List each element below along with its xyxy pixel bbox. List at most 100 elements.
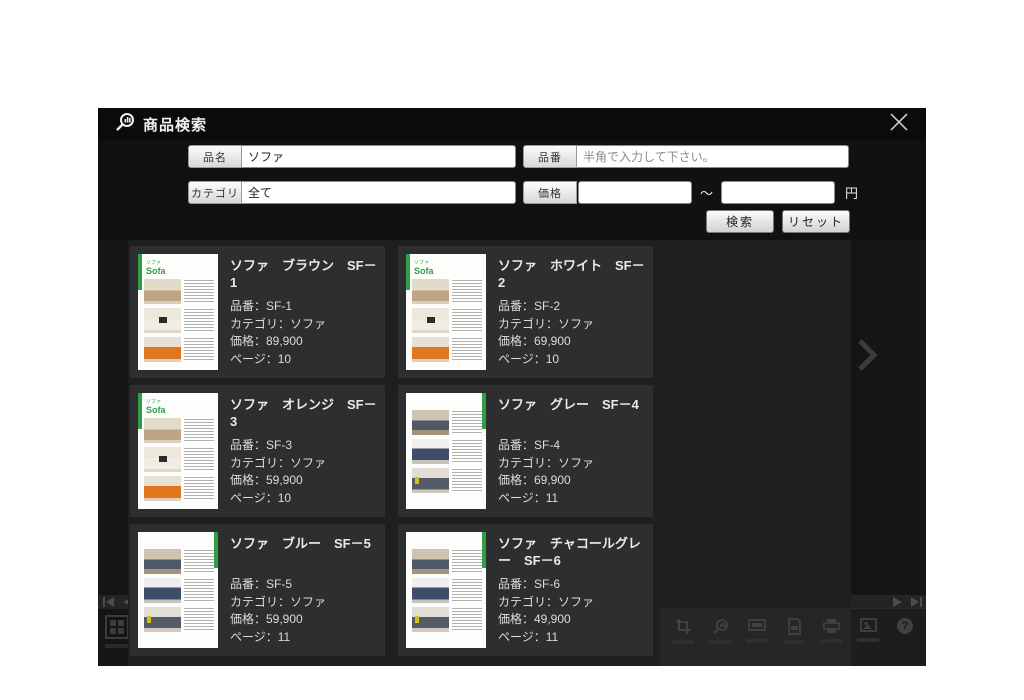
- category-field-label: カテゴリ: [188, 181, 242, 204]
- next-page-nav-button[interactable]: [891, 596, 904, 608]
- product-card-sf6[interactable]: ソファ チャコールグレー SF－6 品番：SF-6 カテゴリ：ソファ 価格：49…: [398, 524, 653, 656]
- thumbnail-grid-icon: [110, 620, 116, 626]
- catalog-text-lines: [184, 550, 214, 574]
- catalog-text-lines: [184, 419, 214, 443]
- catalog-text-lines: [184, 579, 214, 603]
- product-details: 品番：SF-5 カテゴリ：ソファ 価格：59,900 ページ：11: [230, 576, 326, 646]
- product-code: 品番：SF-3: [230, 437, 326, 455]
- product-title: ソファ ブラウン SF－1: [230, 257, 378, 291]
- thumbnail-grid-icon: [118, 628, 124, 634]
- product-title: ソファ ホワイト SF－2: [498, 257, 646, 291]
- crop-icon: [675, 618, 692, 635]
- chevron-right-icon: [854, 337, 880, 378]
- sofa-photo: [412, 337, 449, 362]
- next-page-icon: [892, 596, 903, 608]
- green-accent-bar: [138, 254, 142, 290]
- product-title: ソファ ブルー SF－5: [230, 535, 378, 552]
- product-details: 品番：SF-2 カテゴリ：ソファ 価格：69,900 ページ：10: [498, 298, 594, 368]
- price-field-label: 価格: [523, 181, 577, 204]
- sofa-photo: [144, 279, 181, 304]
- price-min-input[interactable]: [578, 181, 692, 204]
- pdf-button[interactable]: [779, 618, 809, 666]
- product-code: 品番：SF-1: [230, 298, 326, 316]
- product-page: ページ：11: [230, 629, 326, 647]
- product-card-sf5[interactable]: ソファ ブルー SF－5 品番：SF-5 カテゴリ：ソファ 価格：59,900 …: [130, 524, 385, 656]
- price-unit: 円: [845, 183, 858, 202]
- thumbnail-grid-button[interactable]: [105, 615, 129, 639]
- crop-button[interactable]: [668, 618, 698, 666]
- sofa-photo: [412, 308, 449, 333]
- product-card-sf4[interactable]: ソファ グレー SF－4 品番：SF-4 カテゴリ：ソファ 価格：69,900 …: [398, 385, 653, 517]
- product-details: 品番：SF-3 カテゴリ：ソファ 価格：59,900 ページ：10: [230, 437, 326, 507]
- save-image-button[interactable]: [853, 618, 883, 666]
- catalog-text-lines: [452, 440, 482, 464]
- thumbnail-grid-label: [105, 644, 129, 648]
- sofa-photo: [144, 476, 181, 501]
- product-code: 品番：SF-6: [498, 576, 594, 594]
- product-title: ソファ オレンジ SF－3: [230, 396, 378, 430]
- close-button[interactable]: [886, 111, 912, 137]
- sofa-photo: [412, 279, 449, 304]
- catalog-text-lines: [184, 477, 214, 501]
- skip-last-icon: [910, 596, 923, 608]
- catalog-text-lines: [184, 280, 214, 304]
- catalog-text-lines: [184, 338, 214, 362]
- product-price: 価格：69,900: [498, 472, 594, 490]
- sofa-photo: [144, 337, 181, 362]
- green-accent-bar: [482, 532, 486, 568]
- results-next-page-button[interactable]: [854, 336, 888, 378]
- print-icon: [823, 618, 840, 634]
- code-input[interactable]: [577, 145, 849, 168]
- product-code: 品番：SF-4: [498, 437, 594, 455]
- product-details: 品番：SF-4 カテゴリ：ソファ 価格：69,900 ページ：11: [498, 437, 594, 507]
- skip-last-button[interactable]: [910, 596, 923, 608]
- product-category: カテゴリ：ソファ: [498, 455, 594, 473]
- category-select[interactable]: [242, 181, 516, 204]
- price-max-input[interactable]: [721, 181, 835, 204]
- sofa-photo: [412, 549, 449, 574]
- catalog-text-lines: [184, 448, 214, 472]
- price-range-separator: ～: [700, 183, 713, 202]
- screen-view-label: [746, 639, 768, 643]
- sofa-photo: [412, 439, 449, 464]
- product-card-sf3[interactable]: ソファSofa ソファ オレンジ SF－3 品番：SF-3 カテゴリ：ソファ 価…: [130, 385, 385, 517]
- sofa-photo: [144, 308, 181, 333]
- skip-first-button[interactable]: [102, 596, 115, 608]
- product-card-sf2[interactable]: ソファSofa ソファ ホワイト SF－2 品番：SF-2 カテゴリ：ソファ 価…: [398, 246, 653, 378]
- product-search-button[interactable]: [705, 618, 735, 666]
- screen-view-button[interactable]: [742, 618, 772, 666]
- name-input[interactable]: [242, 145, 516, 168]
- sofa-photo: [412, 578, 449, 603]
- product-page: ページ：10: [498, 351, 594, 369]
- sofa-photo: [144, 418, 181, 443]
- catalog-text-lines: [184, 608, 214, 632]
- thumbnail-grid-icon: [118, 620, 124, 626]
- name-field-label: 品名: [188, 145, 242, 168]
- print-button[interactable]: [816, 618, 846, 666]
- thumb-tag-en: Sofa: [414, 267, 482, 277]
- catalog-page-thumbnail: ソファSofa: [406, 254, 486, 370]
- code-field-label: 品番: [523, 145, 577, 168]
- sofa-photo: [144, 607, 181, 632]
- dialog-header: 商品検索: [98, 108, 926, 140]
- search-button[interactable]: 検索: [706, 210, 774, 233]
- product-price: 価格：49,900: [498, 611, 594, 629]
- help-button[interactable]: ?: [890, 618, 920, 666]
- catalog-page-thumbnail: [138, 532, 218, 648]
- product-details: 品番：SF-1 カテゴリ：ソファ 価格：89,900 ページ：10: [230, 298, 326, 368]
- search-form: 品名 品番 カテゴリ 価格 ～ 円 検索 リセット: [98, 140, 926, 240]
- product-page: ページ：11: [498, 629, 594, 647]
- screen-view-icon: [748, 618, 766, 634]
- close-icon: [888, 111, 910, 138]
- catalog-text-lines: [184, 309, 214, 333]
- product-card-sf1[interactable]: ソファSofa ソファ ブラウン SF－1 品番：SF-1 カテゴリ：ソファ 価…: [130, 246, 385, 378]
- catalog-text-lines: [452, 579, 482, 603]
- save-image-icon: [860, 618, 877, 633]
- product-category: カテゴリ：ソファ: [230, 455, 326, 473]
- product-price: 価格：59,900: [230, 472, 326, 490]
- product-category: カテゴリ：ソファ: [230, 316, 326, 334]
- reset-button[interactable]: リセット: [782, 210, 850, 233]
- pdf-label: [783, 640, 805, 644]
- catalog-page-thumbnail: [406, 393, 486, 509]
- catalog-text-lines: [452, 280, 482, 304]
